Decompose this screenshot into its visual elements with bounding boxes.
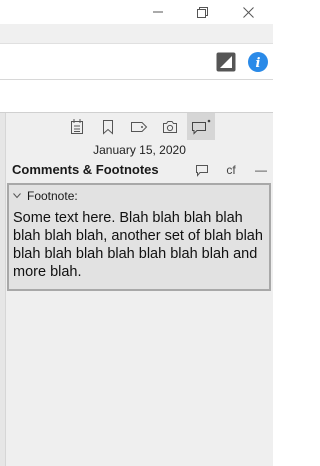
bookmark-icon (103, 119, 113, 135)
close-button[interactable] (228, 0, 268, 24)
add-comment-icon (196, 164, 208, 177)
delete-note-button[interactable]: — (250, 160, 272, 180)
title-bar (0, 0, 273, 24)
restore-button[interactable] (182, 0, 222, 24)
menu-bar (0, 24, 273, 44)
info-icon: i (248, 52, 268, 72)
layout-toggle-button[interactable] (216, 52, 236, 72)
section-title: Comments & Footnotes (12, 162, 159, 177)
footnote-card[interactable]: Footnote: Some text here. Blah blah blah… (7, 183, 271, 291)
tab-bookmarks[interactable] (94, 113, 122, 140)
restore-icon (196, 6, 208, 18)
tab-notes[interactable] (63, 113, 91, 140)
inspector-tabs (6, 113, 273, 140)
tab-comments[interactable] (187, 113, 215, 140)
comment-icon (192, 119, 211, 135)
minimize-icon (153, 11, 163, 13)
footnote-header[interactable]: Footnote: (13, 189, 78, 203)
layout-toggle-icon (216, 52, 236, 72)
minimize-button[interactable] (138, 0, 178, 24)
chevron-down-icon (13, 193, 21, 199)
tab-keywords[interactable] (125, 113, 153, 140)
snapshot-icon (163, 120, 177, 133)
format-bar (0, 80, 273, 113)
comments-footnotes-header: Comments & Footnotes cf — (6, 160, 273, 180)
inspector-info-button[interactable]: i (248, 52, 268, 72)
tag-icon (131, 121, 148, 132)
add-comment-button[interactable] (192, 160, 212, 180)
footnote-text[interactable]: Some text here. Blah blah blah blah blah… (13, 209, 267, 281)
close-icon (242, 6, 254, 18)
footnote-label: Footnote: (27, 189, 78, 203)
add-footnote-button[interactable]: cf (220, 160, 242, 180)
tab-snapshots[interactable] (156, 113, 184, 140)
document-date: January 15, 2020 (93, 143, 186, 157)
notes-icon (71, 118, 83, 134)
svg-text:i: i (256, 56, 261, 71)
